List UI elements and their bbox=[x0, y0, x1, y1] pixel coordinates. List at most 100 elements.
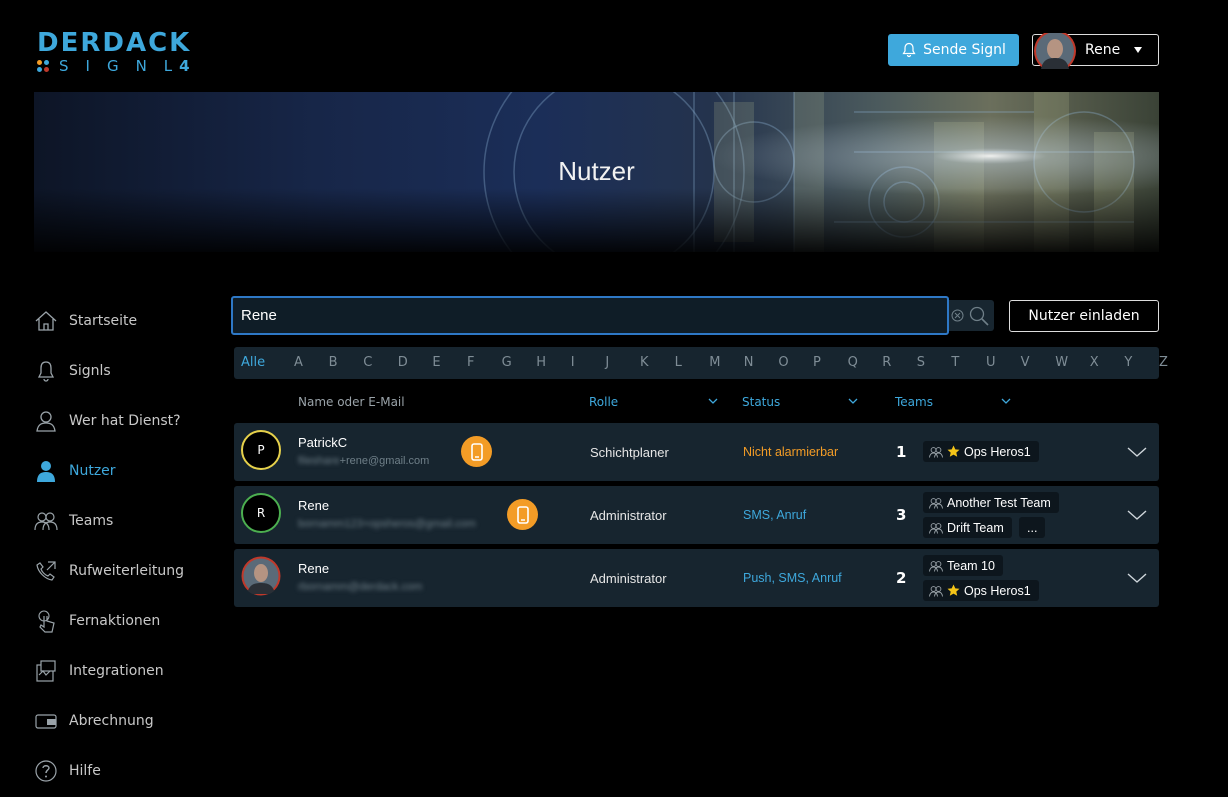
team-tag[interactable]: Ops Heros1 bbox=[923, 580, 1039, 601]
team-count: 3 bbox=[896, 506, 907, 524]
clear-icon[interactable] bbox=[951, 309, 964, 322]
logo[interactable]: DERDACK SIGNL 4 bbox=[37, 30, 227, 76]
alphabet-letter-a[interactable]: A bbox=[294, 355, 303, 370]
team-name: Ops Heros1 bbox=[964, 444, 1031, 459]
user-role: Schichtplaner bbox=[590, 445, 669, 460]
alphabet-letter-z[interactable]: Z bbox=[1159, 355, 1168, 370]
column-header-name[interactable]: Name oder E-Mail bbox=[298, 395, 405, 409]
column-header-teams[interactable]: Teams bbox=[895, 395, 933, 409]
sidebar-item-wer-hat-dienst[interactable]: Wer hat Dienst? bbox=[34, 396, 214, 446]
user-name: Rene bbox=[298, 498, 330, 513]
alphabet-letter-s[interactable]: S bbox=[917, 355, 925, 370]
alphabet-filter-all[interactable]: Alle bbox=[241, 355, 265, 370]
send-signl-button[interactable]: Sende Signl bbox=[888, 34, 1019, 66]
team-tag[interactable]: Ops Heros1 bbox=[923, 441, 1039, 462]
sidebar-item-rufweiterleitung[interactable]: Rufweiterleitung bbox=[34, 546, 214, 596]
star-icon bbox=[947, 584, 960, 596]
avatar: R bbox=[241, 493, 281, 533]
column-header-status[interactable]: Status bbox=[742, 395, 780, 409]
alphabet-letter-v[interactable]: V bbox=[1021, 355, 1030, 370]
expand-chevron-icon[interactable] bbox=[1127, 571, 1147, 585]
user-email: rbornamm@derdack.com bbox=[298, 581, 423, 593]
alphabet-letter-o[interactable]: O bbox=[778, 355, 788, 370]
logo-number: 4 bbox=[179, 57, 190, 75]
page-banner: Nutzer bbox=[34, 92, 1159, 252]
user-role: Administrator bbox=[590, 571, 667, 586]
chevron-down-icon[interactable] bbox=[1001, 396, 1011, 406]
alphabet-letter-e[interactable]: E bbox=[432, 355, 440, 370]
table-row[interactable]: Rene rbornamm@derdack.com Administrator … bbox=[234, 549, 1159, 607]
alphabet-letter-n[interactable]: N bbox=[744, 355, 754, 370]
on-duty-icon bbox=[34, 409, 58, 433]
phone-forward-icon bbox=[34, 559, 58, 583]
alphabet-letter-l[interactable]: L bbox=[675, 355, 682, 370]
alphabet-letter-c[interactable]: C bbox=[363, 355, 372, 370]
teams-icon bbox=[929, 585, 943, 597]
user-status: Push, SMS, Anruf bbox=[743, 571, 842, 585]
alphabet-letter-j[interactable]: J bbox=[605, 355, 609, 370]
sidebar-item-signls[interactable]: Signls bbox=[34, 346, 214, 396]
user-icon bbox=[34, 459, 58, 483]
alphabet-letter-f[interactable]: F bbox=[467, 355, 474, 370]
teams-icon bbox=[929, 446, 943, 458]
team-count: 2 bbox=[896, 569, 907, 587]
team-tag[interactable]: Drift Team bbox=[923, 517, 1012, 538]
user-name: Rene bbox=[298, 561, 330, 576]
team-tag[interactable]: Another Test Team bbox=[923, 492, 1059, 513]
chevron-down-icon[interactable] bbox=[848, 396, 858, 406]
alphabet-letter-w[interactable]: W bbox=[1055, 355, 1068, 370]
sidebar-item-integrationen[interactable]: Integrationen bbox=[34, 646, 214, 696]
more-teams-button[interactable]: ... bbox=[1019, 517, 1046, 538]
user-role: Administrator bbox=[590, 508, 667, 523]
alphabet-letter-u[interactable]: U bbox=[986, 355, 996, 370]
sidebar-item-label: Rufweiterleitung bbox=[69, 563, 184, 579]
alphabet-letter-i[interactable]: I bbox=[571, 355, 575, 370]
sidebar-item-label: Integrationen bbox=[69, 663, 164, 679]
avatar bbox=[241, 556, 281, 596]
sidebar-item-teams[interactable]: Teams bbox=[34, 496, 214, 546]
sidebar-item-fernaktionen[interactable]: Fernaktionen bbox=[34, 596, 214, 646]
alphabet-filter: Alle A B C D E F G H I J K L M N O P Q R S T U V W X Y Z bbox=[234, 347, 1168, 379]
alphabet-letter-y[interactable]: Y bbox=[1124, 355, 1132, 370]
team-name: Team 10 bbox=[947, 558, 995, 573]
search-icon[interactable] bbox=[968, 305, 990, 327]
team-name: Ops Heros1 bbox=[964, 583, 1031, 598]
bell-icon bbox=[34, 359, 58, 383]
expand-chevron-icon[interactable] bbox=[1127, 445, 1147, 459]
sidebar-item-label: Abrechnung bbox=[69, 713, 154, 729]
alphabet-letter-t[interactable]: T bbox=[951, 355, 959, 370]
mobile-app-icon bbox=[461, 436, 492, 467]
logo-dots-icon bbox=[37, 60, 49, 72]
sidebar-item-nutzer[interactable]: Nutzer bbox=[34, 446, 214, 496]
table-row[interactable]: P PatrickC fileshare+rene@gmail.com Schi… bbox=[234, 423, 1159, 481]
alphabet-letter-g[interactable]: G bbox=[502, 355, 512, 370]
sidebar-item-abrechnung[interactable]: Abrechnung bbox=[34, 696, 214, 746]
alphabet-letter-b[interactable]: B bbox=[329, 355, 338, 370]
star-icon bbox=[947, 445, 960, 457]
bell-send-icon bbox=[902, 42, 916, 58]
invite-user-button[interactable]: Nutzer einladen bbox=[1009, 300, 1159, 332]
alphabet-letter-r[interactable]: R bbox=[882, 355, 891, 370]
teams-icon bbox=[929, 497, 943, 509]
alphabet-letter-h[interactable]: H bbox=[536, 355, 546, 370]
sidebar-item-label: Startseite bbox=[69, 313, 138, 329]
alphabet-letter-p[interactable]: P bbox=[813, 355, 821, 370]
sidebar-item-hilfe[interactable]: Hilfe bbox=[34, 746, 214, 796]
search-actions bbox=[949, 300, 994, 331]
wallet-icon bbox=[34, 709, 58, 733]
table-row[interactable]: R Rene bornamm123+opsheros@gmail.com Adm… bbox=[234, 486, 1159, 544]
alphabet-letter-m[interactable]: M bbox=[709, 355, 720, 370]
team-tag[interactable]: Team 10 bbox=[923, 555, 1003, 576]
column-header-role[interactable]: Rolle bbox=[589, 395, 618, 409]
alphabet-letter-k[interactable]: K bbox=[640, 355, 649, 370]
user-menu-dropdown[interactable]: Rene bbox=[1032, 33, 1159, 69]
avatar bbox=[1034, 33, 1076, 69]
chevron-down-icon[interactable] bbox=[708, 396, 718, 406]
team-count: 1 bbox=[896, 443, 907, 461]
expand-chevron-icon[interactable] bbox=[1127, 508, 1147, 522]
alphabet-letter-x[interactable]: X bbox=[1090, 355, 1099, 370]
sidebar-item-startseite[interactable]: Startseite bbox=[34, 296, 214, 346]
alphabet-letter-q[interactable]: Q bbox=[848, 355, 858, 370]
alphabet-letter-d[interactable]: D bbox=[398, 355, 408, 370]
search-input[interactable] bbox=[231, 296, 949, 335]
